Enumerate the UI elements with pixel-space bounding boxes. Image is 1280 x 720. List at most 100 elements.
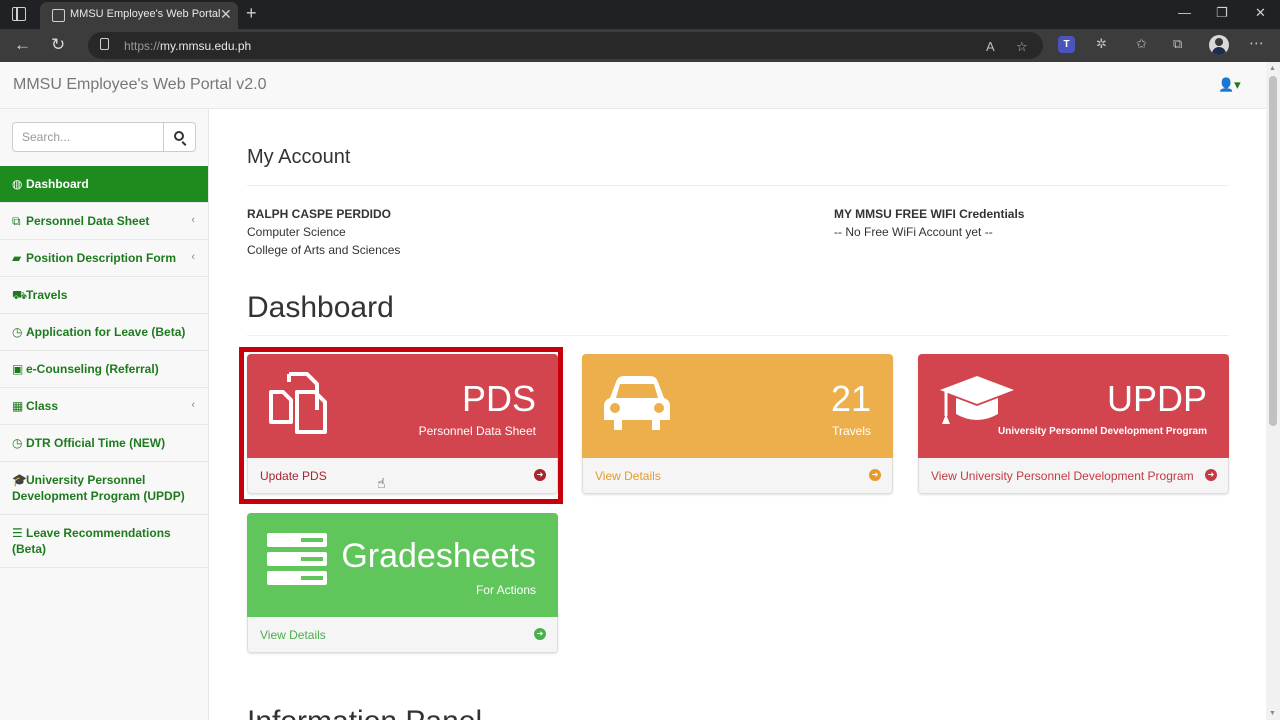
car-icon: ⛟ <box>12 288 28 302</box>
sidebar-item-dashboard[interactable]: ◍ Dashboard <box>0 166 208 203</box>
profile-avatar[interactable] <box>1209 35 1229 55</box>
employee-department: Computer Science <box>247 225 346 239</box>
panel-updp: UPDP University Personnel Development Pr… <box>918 354 1229 494</box>
list-icon: ☰ <box>12 526 23 540</box>
back-icon[interactable]: ← <box>14 35 31 55</box>
lock-icon <box>100 38 109 50</box>
sidebar-item-e-counseling[interactable]: ▣ e-Counseling (Referral) <box>0 351 208 388</box>
sidebar-item-label: DTR Official Time (NEW) <box>26 436 166 450</box>
travels-view-details-link[interactable]: View Details ➜ <box>582 458 893 494</box>
sidebar-item-label: Travels <box>26 288 68 302</box>
browser-address-bar: ← ↻ https://my.mmsu.edu.ph A ☆ T ✲ ✩ ⧉ ⋯ <box>0 29 1280 62</box>
panel-gradesheets: Gradesheets For Actions View Details ➜ <box>247 513 558 653</box>
book-icon: ▰ <box>12 251 22 265</box>
site-brand[interactable]: MMSU Employee's Web Portal v2.0 <box>13 76 267 94</box>
site-header: MMSU Employee's Web Portal v2.0 👤▾ <box>0 62 1266 109</box>
wifi-info: MY MMSU FREE WIFI Credentials -- No Free… <box>834 205 1024 241</box>
sidebar-item-label: Leave Recommendations (Beta) <box>12 526 171 556</box>
arrow-circle-right-icon: ➜ <box>1205 469 1217 481</box>
favicon-icon <box>52 9 65 22</box>
sidebar-item-travels[interactable]: ⛟Travels <box>0 277 208 314</box>
server-icon <box>267 533 327 585</box>
user-menu-icon[interactable]: 👤▾ <box>1218 77 1241 93</box>
minimize-icon[interactable]: — <box>1178 5 1191 20</box>
files-icon: ⧉ <box>12 214 21 228</box>
view-details-label: View Details <box>595 469 661 483</box>
hand-cursor-icon: ☝ <box>377 475 386 491</box>
chevron-left-icon: ‹ <box>191 251 195 263</box>
updp-view-link[interactable]: View University Personnel Development Pr… <box>918 458 1229 494</box>
my-account-heading: My Account <box>247 146 351 168</box>
panel-gradesheets-subtitle: For Actions <box>475 583 536 597</box>
restore-icon[interactable]: ❐ <box>1216 5 1228 21</box>
sidebar-item-label: Dashboard <box>26 177 89 191</box>
wifi-title: MY MMSU FREE WIFI Credentials <box>834 207 1025 221</box>
url-field[interactable]: https://my.mmsu.edu.ph A ☆ <box>88 32 1043 59</box>
panel-gradesheets-header: Gradesheets For Actions <box>247 513 558 617</box>
sidebar-item-label: e-Counseling (Referral) <box>26 362 159 376</box>
table-icon: ▦ <box>12 399 24 413</box>
panel-updp-title: UPDP <box>1106 378 1207 419</box>
information-panel-heading: Information Panel <box>247 705 482 720</box>
sidebar-item-label: Class <box>26 399 59 413</box>
graduation-cap-icon <box>940 376 1014 424</box>
panel-updp-header: UPDP University Personnel Development Pr… <box>918 354 1229 458</box>
url-text: https://my.mmsu.edu.ph <box>124 39 252 53</box>
sidebar-item-leave-recommendations[interactable]: ☰ Leave Recommendations (Beta) <box>0 515 208 568</box>
sidebar-item-label: Application for Leave (Beta) <box>26 325 186 339</box>
main-content: My Account RALPH CASPE PERDIDO Computer … <box>210 109 1266 720</box>
sidebar-item-position-description-form[interactable]: ▰ Position Description Form ‹ <box>0 240 208 277</box>
new-tab-icon[interactable]: + <box>246 3 257 24</box>
dashboard-icon: ◍ <box>12 177 23 191</box>
panel-updp-subtitle: University Personnel Development Program <box>998 426 1207 437</box>
favorite-star-icon[interactable]: ☆ <box>1016 39 1028 55</box>
tab-actions-icon[interactable] <box>12 7 26 21</box>
tab-close-icon[interactable]: ✕ <box>220 6 232 23</box>
sidebar: ◍Dashboard ⧉ Personnel Data Sheet ‹ ▰ Posit… <box>0 109 209 720</box>
scroll-up-icon[interactable]: ▲ <box>1269 65 1276 72</box>
graduation-cap-icon: 🎓 <box>12 473 27 487</box>
view-updp-label: View University Personnel Development Pr… <box>931 469 1194 483</box>
collections-icon[interactable]: ⧉ <box>1173 36 1182 52</box>
search-button[interactable] <box>163 122 196 152</box>
panel-travels-subtitle: Travels <box>832 424 871 438</box>
account-info: RALPH CASPE PERDIDO Computer Science Col… <box>247 205 400 259</box>
panel-gradesheets-title: Gradesheets <box>341 537 536 575</box>
favorites-icon[interactable]: ✩ <box>1136 36 1147 52</box>
sidebar-item-personnel-data-sheet[interactable]: ⧉ Personnel Data Sheet ‹ <box>0 203 208 240</box>
sidebar-search <box>12 122 196 152</box>
chevron-left-icon: ‹ <box>191 214 195 226</box>
more-menu-icon[interactable]: ⋯ <box>1249 34 1264 52</box>
chevron-left-icon: ‹ <box>191 399 195 411</box>
sidebar-item-label: University Personnel Development Program… <box>12 473 185 503</box>
sidebar-item-label: Personnel Data Sheet <box>26 214 150 228</box>
browser-tab[interactable]: MMSU Employee's Web Portal ✕ <box>40 2 238 29</box>
sidebar-item-label: Position Description Form <box>26 251 177 265</box>
lock-icon: ▣ <box>12 362 24 376</box>
highlight-box <box>239 347 563 504</box>
search-input[interactable] <box>12 122 164 152</box>
clock-icon: ◷ <box>12 325 23 339</box>
arrow-circle-right-icon: ➜ <box>869 469 881 481</box>
travels-count: 21 <box>830 378 871 419</box>
read-aloud-icon[interactable]: A <box>986 39 995 54</box>
sidebar-item-dtr-official-time[interactable]: ◷ DTR Official Time (NEW) <box>0 425 208 462</box>
sidebar-item-class[interactable]: ▦ Class ‹ <box>0 388 208 425</box>
scroll-thumb[interactable] <box>1269 76 1277 426</box>
sidebar-item-updp[interactable]: 🎓University Personnel Development Progra… <box>0 462 208 515</box>
teams-icon[interactable]: T <box>1058 36 1075 53</box>
scroll-down-icon[interactable]: ▼ <box>1269 710 1276 717</box>
refresh-icon[interactable]: ↻ <box>51 35 65 55</box>
panel-travels-header: 21 Travels <box>582 354 893 458</box>
page-scrollbar[interactable]: ▲ ▼ <box>1266 62 1280 720</box>
tab-title: MMSU Employee's Web Portal <box>70 8 221 20</box>
close-window-icon[interactable]: ✕ <box>1255 5 1266 21</box>
arrow-circle-right-icon: ➜ <box>534 628 546 640</box>
employee-name: RALPH CASPE PERDIDO <box>247 207 392 221</box>
divider <box>247 335 1229 336</box>
gradesheets-view-details-link[interactable]: View Details ➜ <box>247 617 558 653</box>
clock-icon: ◷ <box>12 436 23 450</box>
browser-tab-bar: MMSU Employee's Web Portal ✕ + — ❐ ✕ <box>0 0 1280 29</box>
extensions-icon[interactable]: ✲ <box>1096 36 1107 52</box>
sidebar-item-application-for-leave[interactable]: ◷ Application for Leave (Beta) <box>0 314 208 351</box>
